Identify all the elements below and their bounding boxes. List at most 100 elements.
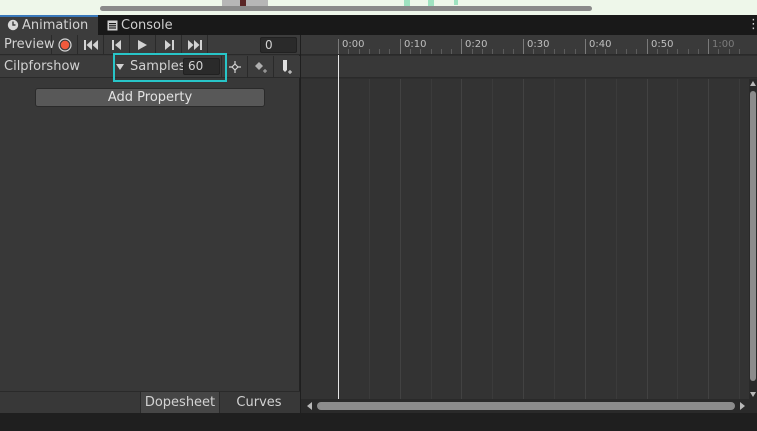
scroll-right-icon[interactable] [740, 402, 745, 410]
animation-left-panel: Preview 0 Cilpforshow Samples 60 Add Pro… [0, 35, 300, 413]
timeline-tick-label: 0:30 [523, 39, 550, 54]
timeline-major-tick [338, 39, 339, 54]
timeline-ruler[interactable]: 0:00 0:10 0:20 0:30 0:40 0:50 1:00 [301, 35, 757, 55]
samples-highlight-box [113, 53, 227, 82]
record-button[interactable] [52, 35, 78, 55]
timeline-minor-tick [698, 49, 699, 54]
timeline-tick-text: 0:50 [651, 39, 674, 50]
timeline-minor-tick [688, 49, 689, 54]
timeline-minor-tick [626, 49, 627, 54]
horizontal-scroll-thumb[interactable] [317, 402, 735, 410]
skip-to-start-icon [83, 40, 98, 50]
timeline-minor-tick [564, 49, 565, 54]
first-key-button[interactable] [78, 35, 104, 55]
timeline-minor-tick [533, 49, 534, 54]
timeline-minor-tick [492, 49, 493, 54]
play-icon [138, 40, 147, 50]
record-icon [57, 38, 72, 52]
timeline-grid-line [492, 79, 493, 399]
timeline-minor-tick [667, 49, 668, 54]
scene-object [454, 0, 458, 5]
timeline-minor-tick [431, 49, 432, 54]
scroll-down-icon[interactable] [750, 392, 756, 397]
summary-key-row[interactable] [301, 56, 757, 78]
timeline-minor-tick [605, 49, 606, 54]
tab-animation[interactable]: Animation [0, 15, 98, 35]
scene-horizontal-scrollbar[interactable] [100, 6, 592, 11]
keyframe-target-icon [228, 61, 241, 73]
skip-to-end-icon [187, 40, 202, 50]
vertical-scroll-thumb[interactable] [750, 91, 756, 381]
add-property-button[interactable]: Add Property [35, 88, 265, 107]
timeline-major-tick [585, 39, 586, 54]
scroll-left-icon[interactable] [307, 402, 312, 410]
timeline-minor-tick [544, 49, 545, 54]
scene-view-strip [0, 0, 757, 15]
timeline-minor-tick [503, 49, 504, 54]
timeline-minor-tick [616, 49, 617, 54]
timeline-major-tick [461, 39, 462, 54]
current-frame-field[interactable]: 0 [260, 37, 297, 53]
last-key-button[interactable] [182, 35, 208, 55]
dopesheet-track-area[interactable] [301, 79, 749, 399]
timeline-major-tick [708, 39, 709, 54]
add-event-button[interactable] [273, 56, 299, 78]
timeline-minor-tick [482, 49, 483, 54]
timeline-tick-text: 0:30 [527, 39, 550, 50]
play-button[interactable] [130, 35, 156, 55]
timeline-minor-tick [636, 49, 637, 54]
tab-console-label: Console [121, 18, 173, 33]
timeline-grid-line [647, 79, 648, 399]
status-bar [0, 413, 757, 431]
timeline-minor-tick [379, 49, 380, 54]
next-key-button[interactable] [156, 35, 182, 55]
tab-dopesheet[interactable]: Dopesheet [140, 392, 220, 413]
timeline-minor-tick [677, 49, 678, 54]
timeline-minor-tick [441, 49, 442, 54]
timeline-minor-tick [729, 49, 730, 54]
more-options-icon[interactable]: ⋮ [747, 15, 757, 35]
horizontal-scrollbar[interactable] [301, 399, 757, 413]
timeline-grid-line [677, 79, 678, 399]
timeline-grid-line [369, 79, 370, 399]
preview-button[interactable]: Preview [0, 35, 55, 55]
next-frame-icon [164, 40, 174, 50]
event-marker-icon [282, 60, 292, 74]
tab-console[interactable]: Console [100, 15, 198, 35]
timeline-tick-label: 1:00 [708, 39, 734, 54]
timeline-tick-text: 0:40 [589, 39, 612, 50]
timeline-tick-label: 0:10 [400, 39, 426, 54]
timeline-grid-line [523, 79, 524, 399]
timeline-grid-line [400, 79, 401, 399]
vertical-scrollbar[interactable] [749, 79, 757, 399]
previous-key-button[interactable] [104, 35, 130, 55]
timeline-grid-line [739, 79, 740, 399]
timeline-minor-tick [513, 49, 514, 54]
timeline-minor-tick [369, 49, 370, 54]
timeline-grid-line [708, 79, 709, 399]
timeline-minor-tick [472, 49, 473, 54]
timeline-minor-tick [718, 49, 719, 54]
timeline-grid-line [616, 79, 617, 399]
timeline-grid-line [431, 79, 432, 399]
timeline-minor-tick [359, 49, 360, 54]
timeline-major-tick [523, 39, 524, 54]
playhead-cursor[interactable] [338, 55, 339, 399]
diamond-plus-icon [254, 62, 267, 73]
scroll-up-icon[interactable] [750, 81, 756, 86]
timeline-minor-tick [575, 49, 576, 54]
timeline-grid-line [554, 79, 555, 399]
tab-curves[interactable]: Curves [220, 392, 298, 413]
playback-toolbar: Preview 0 [0, 35, 300, 55]
window-tab-bar: Animation Console ⋮ [0, 15, 757, 35]
timeline-tick-label: 0:50 [647, 39, 674, 54]
timeline-major-tick [647, 39, 648, 54]
timeline-grid-line [585, 79, 586, 399]
add-key-button[interactable] [247, 56, 273, 78]
timeline-tick-label: 0:40 [585, 39, 612, 54]
clip-dropdown[interactable]: Cilpforshow [0, 56, 128, 78]
timeline-minor-tick [348, 49, 349, 54]
timeline-minor-tick [554, 49, 555, 54]
view-mode-tabs: Dopesheet Curves [0, 391, 300, 413]
timeline-minor-tick [595, 49, 596, 54]
